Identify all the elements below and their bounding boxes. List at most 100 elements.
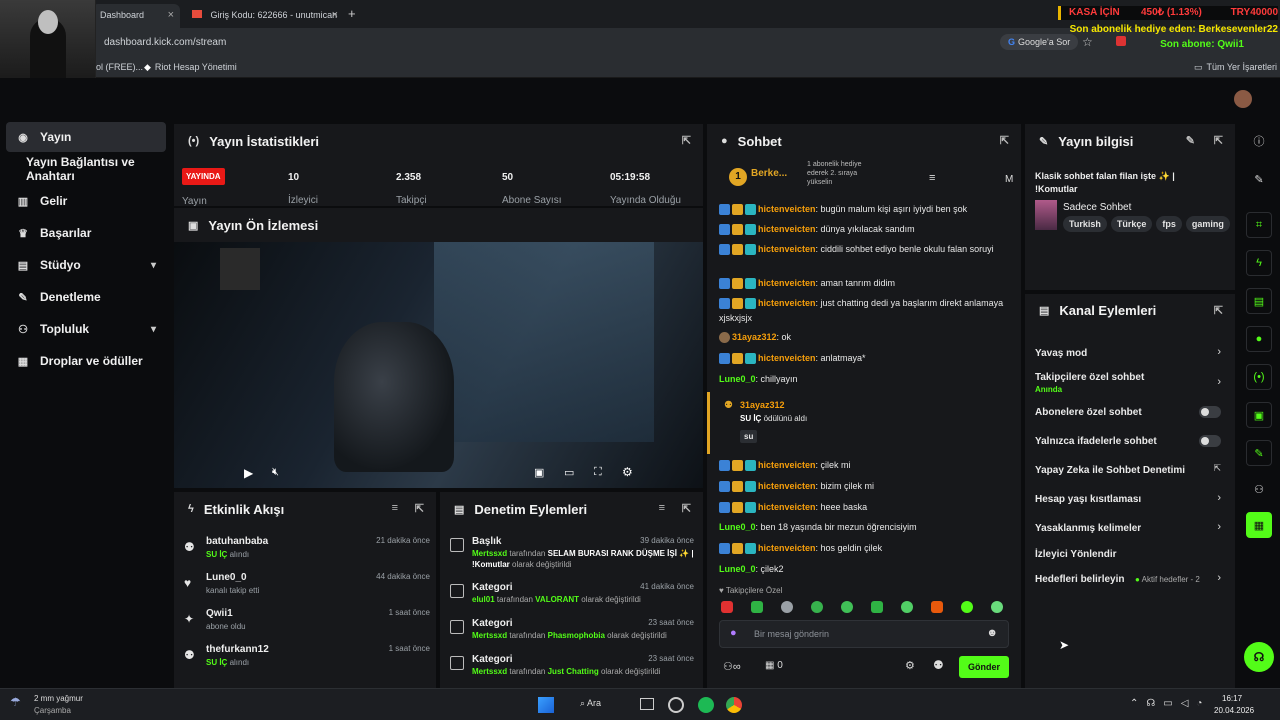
search-button[interactable]: ⌕ Ara xyxy=(580,698,601,709)
external-link-icon[interactable]: ⇱ xyxy=(1213,463,1221,474)
chat-nick[interactable]: hictenveicten xyxy=(758,224,816,234)
emote-icon[interactable] xyxy=(751,601,763,613)
chat-nick[interactable]: hictenveicten xyxy=(758,460,816,470)
theater-icon[interactable]: ▭ xyxy=(564,466,574,479)
chat-nick[interactable]: hictenveicten xyxy=(758,353,816,363)
wrench-icon[interactable]: ✎ xyxy=(1246,440,1272,466)
chevron-right-icon[interactable]: › xyxy=(1217,572,1221,584)
community-icon[interactable]: ⚇ xyxy=(1246,476,1272,502)
emote-icon[interactable] xyxy=(841,601,853,613)
popout-icon[interactable]: ⇱ xyxy=(682,502,691,515)
popout-icon[interactable]: ⇱ xyxy=(1000,134,1009,147)
url-field[interactable]: dashboard.kick.com/stream xyxy=(104,37,226,48)
chat-nick[interactable]: hictenveicten xyxy=(758,204,816,214)
chat-nick[interactable]: Lune0_0 xyxy=(719,564,756,574)
crop-icon[interactable]: ⌗ xyxy=(1246,212,1272,238)
popout-icon[interactable]: ⇱ xyxy=(1214,304,1223,317)
start-icon[interactable] xyxy=(538,697,554,713)
emote-icon[interactable] xyxy=(721,601,733,613)
emote-only-toggle[interactable] xyxy=(1199,435,1221,447)
chrome-icon[interactable] xyxy=(726,697,742,713)
sidebar-item-droplar[interactable]: ▦ Droplar ve ödüller xyxy=(6,346,166,376)
fullscreen-icon[interactable]: ⛶ xyxy=(594,466,602,479)
banned-words-row[interactable]: Yasaklanmış kelimeler xyxy=(1035,523,1221,534)
chevron-right-icon[interactable]: › xyxy=(1217,346,1221,358)
chat-settings-icon[interactable]: ⚙ xyxy=(905,659,915,672)
edit-icon[interactable]: ✎ xyxy=(1246,166,1272,192)
chat-nick[interactable]: hictenveicten xyxy=(758,278,816,288)
sidebar-item-yayin[interactable]: ◉ Yayın xyxy=(6,122,166,152)
reward-user[interactable]: 31ayaz312 xyxy=(740,400,785,410)
lightning-icon[interactable]: ϟ xyxy=(1246,250,1272,276)
chat-nick[interactable]: hictenveicten xyxy=(758,502,816,512)
filter-icon[interactable]: ≡ xyxy=(659,502,665,514)
emote-icon[interactable] xyxy=(931,601,943,613)
settings-icon[interactable]: ⚙ xyxy=(622,465,633,479)
new-tab-button[interactable]: + xyxy=(348,6,356,21)
preview-icon[interactable]: ▣ xyxy=(1246,402,1272,428)
slow-mode-row[interactable]: Yavaş mod xyxy=(1035,348,1221,359)
tag-chip[interactable]: Türkçe xyxy=(1110,216,1153,232)
sidebar-item-denetleme[interactable]: ✎ Denetleme xyxy=(6,282,166,312)
ai-moderation-row[interactable]: Yapay Zeka ile Sohbet Denetimi xyxy=(1035,465,1221,476)
people-icon[interactable]: ⚇∞ xyxy=(723,660,741,673)
category-name[interactable]: Sadece Sohbet xyxy=(1063,202,1131,213)
send-button[interactable]: Gönder xyxy=(959,656,1009,678)
avatar[interactable] xyxy=(1234,90,1252,108)
steam-icon[interactable] xyxy=(668,697,684,713)
sidebar-item-gelir[interactable]: ▥ Gelir xyxy=(6,186,166,216)
taskview-icon[interactable] xyxy=(640,698,654,710)
emote-picker-icon[interactable]: ⚉ xyxy=(933,658,944,672)
chat-nick[interactable]: Lune0_0 xyxy=(719,374,756,384)
channel-points[interactable]: ▦ 0 xyxy=(765,660,783,671)
subs-only-toggle[interactable] xyxy=(1199,406,1221,418)
emote-icon[interactable] xyxy=(871,601,883,613)
microphone-icon[interactable]: ● xyxy=(730,627,737,639)
chat-nick[interactable]: 31ayaz312 xyxy=(732,332,777,342)
emoji-icon[interactable]: ☻ xyxy=(986,627,998,639)
emote-icon[interactable] xyxy=(901,601,913,613)
close-tab-icon[interactable]: × xyxy=(332,9,338,21)
chat-input-box[interactable]: ● Bir mesaj gönderin ☻ xyxy=(719,620,1009,648)
chevron-right-icon[interactable]: › xyxy=(1217,521,1221,533)
help-button[interactable]: ☊ xyxy=(1244,642,1274,672)
sidebar-item-stream-key[interactable]: Yayın Bağlantısı ve Anahtarı xyxy=(6,154,166,184)
chat-filter-icon[interactable]: ≡ xyxy=(929,172,935,184)
chevron-right-icon[interactable]: › xyxy=(1217,376,1221,388)
sidebar-item-basarilar[interactable]: ♛ Başarılar xyxy=(6,218,166,248)
popout-icon[interactable]: ⇱ xyxy=(1214,134,1223,147)
chat-bubble-icon[interactable]: ● xyxy=(1246,326,1272,352)
bookmark-item[interactable]: ◆ Riot Hesap Yönetimi xyxy=(144,62,237,73)
emote-icon[interactable] xyxy=(781,601,793,613)
tab-gmail[interactable]: Giriş Kodu: 622666 - unutmican × xyxy=(184,4,344,28)
account-age-row[interactable]: Hesap yaşı kısıtlaması xyxy=(1035,494,1221,505)
chat-nick[interactable]: hictenveicten xyxy=(758,543,816,553)
mute-icon[interactable]: 🔇︎ xyxy=(272,466,279,479)
miniplayer-icon[interactable]: ▣ xyxy=(534,466,544,479)
emote-icon[interactable] xyxy=(811,601,823,613)
emote-icon[interactable] xyxy=(961,601,973,613)
sidebar-item-studyo[interactable]: ▤ Stüdyo ▾ xyxy=(6,250,166,280)
chat-nick[interactable]: hictenveicten xyxy=(758,481,816,491)
tab-dashboard[interactable]: Dashboard × xyxy=(92,4,180,28)
video-player[interactable]: ▶ 🔇︎ ▣ ▭ ⛶ ⚙ xyxy=(174,242,703,488)
tag-chip[interactable]: gaming xyxy=(1185,216,1230,232)
plugin-icon[interactable]: ▦ xyxy=(1246,512,1272,538)
info-icon[interactable]: ⓘ xyxy=(1246,128,1272,154)
chat-nick[interactable]: hictenveicten xyxy=(758,244,816,254)
all-bookmarks[interactable]: ▭ Tüm Yer İşaretleri xyxy=(1194,62,1277,73)
popout-icon[interactable]: ⇱ xyxy=(682,134,691,147)
bookmark-item[interactable]: ol (FREE)... xyxy=(96,62,143,72)
clipboard-icon[interactable]: ▤ xyxy=(1246,288,1272,314)
emote-icon[interactable] xyxy=(991,601,1003,613)
sidebar-item-topluluk[interactable]: ⚇ Topluluk ▾ xyxy=(6,314,166,344)
close-tab-icon[interactable]: × xyxy=(168,9,174,21)
edit-icon[interactable]: ✎ xyxy=(1186,134,1195,147)
chat-nick[interactable]: hictenveicten xyxy=(758,298,816,308)
popout-icon[interactable]: ⇱ xyxy=(415,502,424,515)
tag-chip[interactable]: Turkish xyxy=(1063,216,1107,232)
raid-row[interactable]: İzleyici Yönlendir xyxy=(1035,549,1221,560)
chat-nick[interactable]: Lune0_0 xyxy=(719,522,756,532)
play-icon[interactable]: ▶ xyxy=(244,466,253,480)
tray-icons[interactable]: ⌃☊▭◁◔ xyxy=(1130,698,1210,709)
